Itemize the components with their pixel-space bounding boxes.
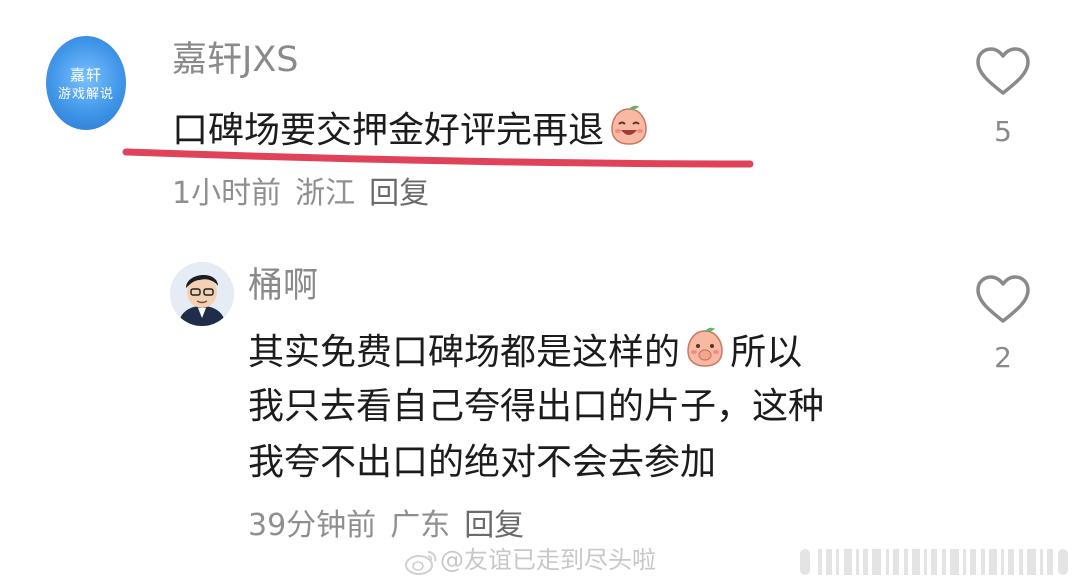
watermark-text: @友谊已走到尽头啦 [440, 546, 656, 574]
peach-face-shy-emoji [687, 327, 723, 367]
comment-text-line3: 我夸不出口的绝对不会去参加 [248, 442, 717, 483]
cartoon-avatar-icon [170, 262, 234, 326]
highlight-underline [122, 148, 754, 168]
watermark-barcode-icon [800, 549, 1068, 575]
comment-time: 39分钟前 [248, 508, 377, 543]
comment-text-line1-end: 所以 [730, 332, 803, 373]
comment-text-line2: 我只去看自己夸得出口的片子，这种 [248, 386, 825, 427]
weibo-logo-icon [405, 551, 437, 575]
like-count: 5 [994, 115, 1012, 148]
like-heart-icon[interactable] [975, 46, 1031, 98]
like-heart-icon[interactable] [975, 274, 1031, 326]
comment-meta: 39分钟前 广东 回复 [248, 508, 524, 544]
peach-face-laugh-emoji [611, 105, 647, 145]
avatar[interactable]: 嘉轩 游戏解说 [46, 36, 126, 130]
comment-username[interactable]: 桶啊 [248, 266, 318, 306]
comment-time: 1小时前 [172, 176, 282, 211]
like-count: 2 [994, 341, 1012, 374]
comment-body: 其实免费口碑场都是这样的 所以 [248, 326, 802, 376]
avatar[interactable] [170, 262, 234, 326]
comment-meta: 1小时前 浙江 回复 [172, 176, 429, 212]
comment-username[interactable]: 嘉轩JXS [172, 40, 299, 80]
comment-text-line1: 其实免费口碑场都是这样的 [248, 332, 681, 373]
comment-location: 广东 [390, 508, 451, 543]
comment-location: 浙江 [295, 176, 356, 211]
avatar-text-line2: 游戏解说 [57, 87, 114, 102]
reply-button[interactable]: 回复 [464, 508, 524, 543]
reply-button[interactable]: 回复 [369, 176, 429, 211]
avatar-text-line1: 嘉轩 [69, 66, 102, 84]
